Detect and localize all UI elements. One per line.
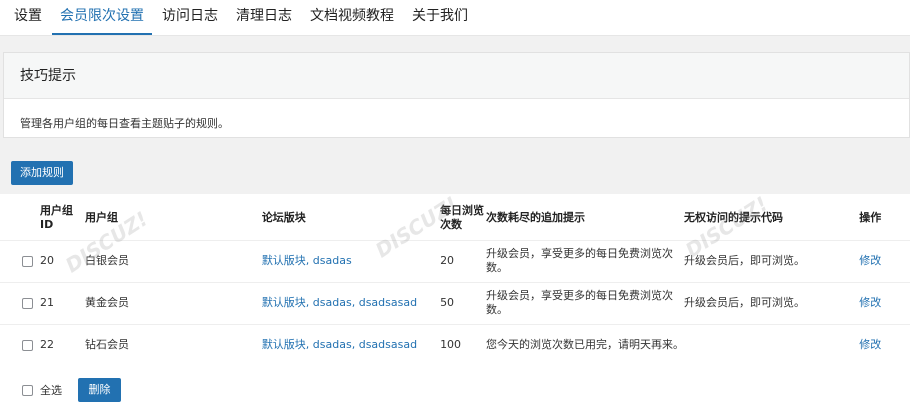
tips-text: 管理各用户组的每日查看主题贴子的规则。 [20, 117, 229, 130]
table-row: 21 黄金会员 默认版块, dsadas, dsadsasad 50 升级会员，… [0, 282, 910, 324]
row-checkbox[interactable] [22, 339, 33, 351]
row-group: 黄金会员 [85, 296, 129, 309]
select-all-label: 全选 [40, 384, 62, 397]
header-daily-views: 每日浏览次数 [440, 196, 486, 240]
row-count: 50 [440, 296, 455, 309]
table-header-row: 用户组ID 用户组 论坛版块 每日浏览次数 次数耗尽的追加提示 无权访问的提示代… [0, 196, 910, 240]
row-id-cell: 21 [0, 282, 85, 324]
tab-about-us[interactable]: 关于我们 [404, 7, 476, 35]
row-id-cell: 20 [0, 240, 85, 282]
row-count: 100 [440, 338, 462, 352]
row-message: 您今天的浏览次数已用完，请明天再来。 [486, 338, 684, 352]
row-id: 22 [40, 338, 54, 352]
row-count: 20 [440, 254, 455, 267]
table-footer: 全选 删除 [22, 378, 121, 402]
row-checkbox[interactable] [22, 297, 33, 309]
row-code: 升级会员后，即可浏览。 [684, 254, 805, 267]
edit-link[interactable]: 修改 [859, 296, 881, 309]
row-checkbox[interactable] [22, 255, 33, 267]
row-id: 20 [40, 254, 54, 267]
top-tabs: 设置 会员限次设置 访问日志 清理日志 文档视频教程 关于我们 [0, 0, 910, 36]
row-forum-link[interactable]: 默认版块, dsadas [262, 254, 352, 267]
select-all-checkbox[interactable] [22, 384, 33, 396]
edit-link[interactable]: 修改 [859, 254, 881, 267]
row-code [684, 324, 859, 366]
tab-access-log[interactable]: 访问日志 [154, 7, 226, 35]
tab-settings[interactable]: 设置 [6, 7, 50, 35]
rules-table: 用户组ID 用户组 论坛版块 每日浏览次数 次数耗尽的追加提示 无权访问的提示代… [0, 196, 910, 366]
row-code: 升级会员后，即可浏览。 [684, 296, 805, 309]
table-row: 20 白银会员 默认版块, dsadas 20 升级会员，享受更多的每日免费浏览… [0, 240, 910, 282]
row-forum-link[interactable]: 默认版块, dsadas, dsadsasad [262, 338, 417, 351]
tab-member-limit[interactable]: 会员限次设置 [52, 7, 152, 35]
table-row: 22 钻石会员 默认版块, dsadas, dsadsasad 100 您今天的… [0, 324, 910, 366]
header-forum: 论坛版块 [261, 210, 306, 224]
header-no-access-code: 无权访问的提示代码 [684, 210, 783, 224]
header-exhausted-message: 次数耗尽的追加提示 [486, 210, 585, 224]
row-message: 升级会员，享受更多的每日免费浏览次数。 [486, 289, 673, 316]
edit-link[interactable]: 修改 [859, 338, 881, 351]
header-group-id: 用户组ID [40, 203, 73, 231]
tips-box: 技巧提示 管理各用户组的每日查看主题贴子的规则。 [3, 52, 910, 138]
delete-button[interactable]: 删除 [78, 378, 121, 402]
header-operation: 操作 [859, 210, 882, 224]
tab-docs-videos[interactable]: 文档视频教程 [302, 7, 402, 35]
row-group: 白银会员 [85, 254, 129, 267]
row-group: 钻石会员 [85, 338, 129, 352]
header-group: 用户组 [85, 210, 118, 224]
tab-clear-log[interactable]: 清理日志 [228, 7, 300, 35]
row-message: 升级会员，享受更多的每日免费浏览次数。 [486, 247, 673, 274]
row-id-cell: 22 [0, 324, 85, 366]
row-forum-link[interactable]: 默认版块, dsadas, dsadsasad [262, 296, 417, 309]
header-daily-views-label: 每日浏览次数 [440, 203, 485, 231]
add-rule-button[interactable]: 添加规则 [11, 161, 73, 185]
tips-title: 技巧提示 [4, 53, 909, 99]
row-id: 21 [40, 296, 54, 309]
